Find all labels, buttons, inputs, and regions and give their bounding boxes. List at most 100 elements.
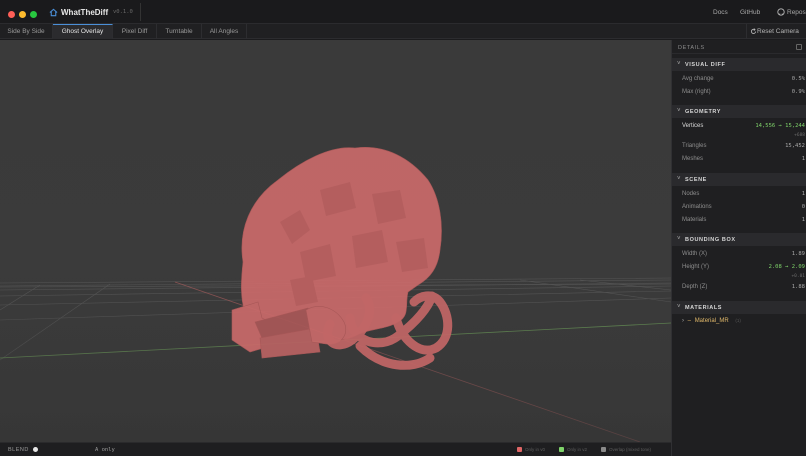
material-name: Material_MR [694,318,729,324]
tab-ghost-overlay[interactable]: Ghost Overlay [53,24,113,39]
tab-side-by-side[interactable]: Side By Side [0,24,53,39]
row-value: 1 [801,156,805,162]
home-icon[interactable] [49,8,58,17]
blend-value: A only [95,447,115,453]
chevron-down-icon: ˅ [677,176,681,182]
bounding-box-section: ˅ BOUNDING BOX Width (X) 1.89 Height (Y)… [672,233,806,299]
row-value: 0 [801,204,805,210]
height-delta: +0.01 [791,274,805,279]
row-value: 0.9% [791,89,805,95]
blend-label: BLEND [8,447,29,453]
row-value: 0.5% [791,76,805,82]
row-label: Nodes [682,191,700,197]
reset-camera-label: Reset Camera [757,28,799,35]
chevron-down-icon: ˅ [677,236,681,242]
meshes-row: Meshes 1 [672,155,806,165]
row-value: 1.89 [791,251,805,257]
section-title: GEOMETRY [685,109,722,115]
row-value: 1 [801,217,805,223]
row-label: Materials [682,217,707,223]
tab-pixel-diff[interactable]: Pixel Diff [113,24,157,39]
row-value: 1 [801,191,805,197]
material-dot: – [687,318,692,324]
row-label: Triangles [682,143,707,149]
nodes-row: Nodes 1 [672,190,806,200]
chevron-right-icon: › [682,318,684,324]
legend-label: Overlap (mixed tone) [609,447,652,452]
scene-header[interactable]: ˅ SCENE [672,173,806,186]
avg-change-row: Avg change 0.5% [672,75,806,85]
details-header: DETAILS [672,40,806,54]
geometry-section: ˅ GEOMETRY Vertices 14,556 → 15,244 +688… [672,105,806,167]
material-count: (1) [735,318,741,323]
scene-section: ˅ SCENE Nodes 1 Animations 0 Materials 1 [672,173,806,229]
section-title: MATERIALS [685,305,723,311]
row-label: Avg change [682,76,714,82]
row-value: 15,452 [785,143,805,149]
row-value: 1.88 [791,284,805,290]
row-label: Max (right) [682,89,711,95]
title-divider [140,3,141,21]
app-title: WhatTheDiff [61,8,109,17]
materials-count-row: Materials 1 [672,216,806,226]
legend-label: Only in v2 [567,447,588,452]
section-title: BOUNDING BOX [685,237,736,243]
visual-diff-header[interactable]: ˅ VISUAL DIFF [672,58,806,71]
app-version: v0.1.0 [113,9,133,15]
row-label: Depth (Z) [682,284,708,290]
row-label: Vertices [682,123,704,129]
tab-turntable[interactable]: Turntable [157,24,202,39]
3d-viewport[interactable] [0,40,671,442]
title-bar: WhatTheDiff v0.1.0 Docs GitHub Repos [0,0,806,24]
maximize-window-button[interactable] [30,11,37,18]
row-label: Height (Y) [682,264,710,270]
blend-bar: BLEND A only Only in v0 Only in v2 Overl… [0,442,671,456]
details-panel: DETAILS ˅ VISUAL DIFF Avg change 0.5% Ma… [671,40,806,456]
chevron-down-icon: ˅ [677,61,681,67]
row-label: Meshes [682,156,704,162]
chevron-down-icon: ˅ [677,108,681,114]
github-link[interactable]: GitHub [740,9,760,16]
collapse-panel-icon[interactable] [796,44,802,50]
github-icon [777,8,785,16]
animations-row: Animations 0 [672,203,806,213]
docs-link[interactable]: Docs [713,9,728,16]
vertices-row: Vertices 14,556 → 15,244 [672,122,806,132]
legend-label: Only in v0 [525,447,546,452]
reset-camera-button[interactable]: Reset Camera [746,24,802,39]
height-row: Height (Y) 2.08 → 2.09 [672,263,806,273]
scene-canvas[interactable] [0,40,671,442]
row-value: 14,556 → 15,244 [755,123,805,129]
legend-swatch-gray [601,447,606,452]
width-row: Width (X) 1.89 [672,250,806,260]
triangles-row: Triangles 15,452 [672,142,806,152]
depth-row: Depth (Z) 1.88 [672,283,806,293]
legend-overlap: Overlap (mixed tone) [601,447,651,452]
tab-all-angles[interactable]: All Angles [202,24,247,39]
section-title: SCENE [685,177,707,183]
materials-section: ˅ MATERIALS › – Material_MR (1) [672,301,806,341]
details-title: DETAILS [678,45,705,51]
vertices-delta: +688 [794,133,805,138]
row-value: 2.08 → 2.09 [768,264,805,270]
chevron-down-icon: ˅ [677,304,681,310]
bounding-box-header[interactable]: ˅ BOUNDING BOX [672,233,806,246]
blend-slider-handle[interactable] [33,447,38,452]
view-mode-tabs: Side By Side Ghost Overlay Pixel Diff Tu… [0,24,806,39]
row-label: Width (X) [682,251,708,257]
materials-header[interactable]: ˅ MATERIALS [672,301,806,314]
legend-only-in-b: Only in v2 [559,447,587,452]
legend-only-in-a: Only in v0 [517,447,545,452]
visual-diff-section: ˅ VISUAL DIFF Avg change 0.5% Max (right… [672,58,806,108]
legend-swatch-red [517,447,522,452]
geometry-header[interactable]: ˅ GEOMETRY [672,105,806,118]
row-label: Animations [682,204,712,210]
legend-swatch-green [559,447,564,452]
section-title: VISUAL DIFF [685,62,726,68]
close-window-button[interactable] [8,11,15,18]
reset-icon [750,28,757,34]
material-item[interactable]: › – Material_MR (1) [682,318,741,324]
minimize-window-button[interactable] [19,11,26,18]
max-change-row: Max (right) 0.9% [672,88,806,98]
repos-link[interactable]: Repos [787,9,806,16]
